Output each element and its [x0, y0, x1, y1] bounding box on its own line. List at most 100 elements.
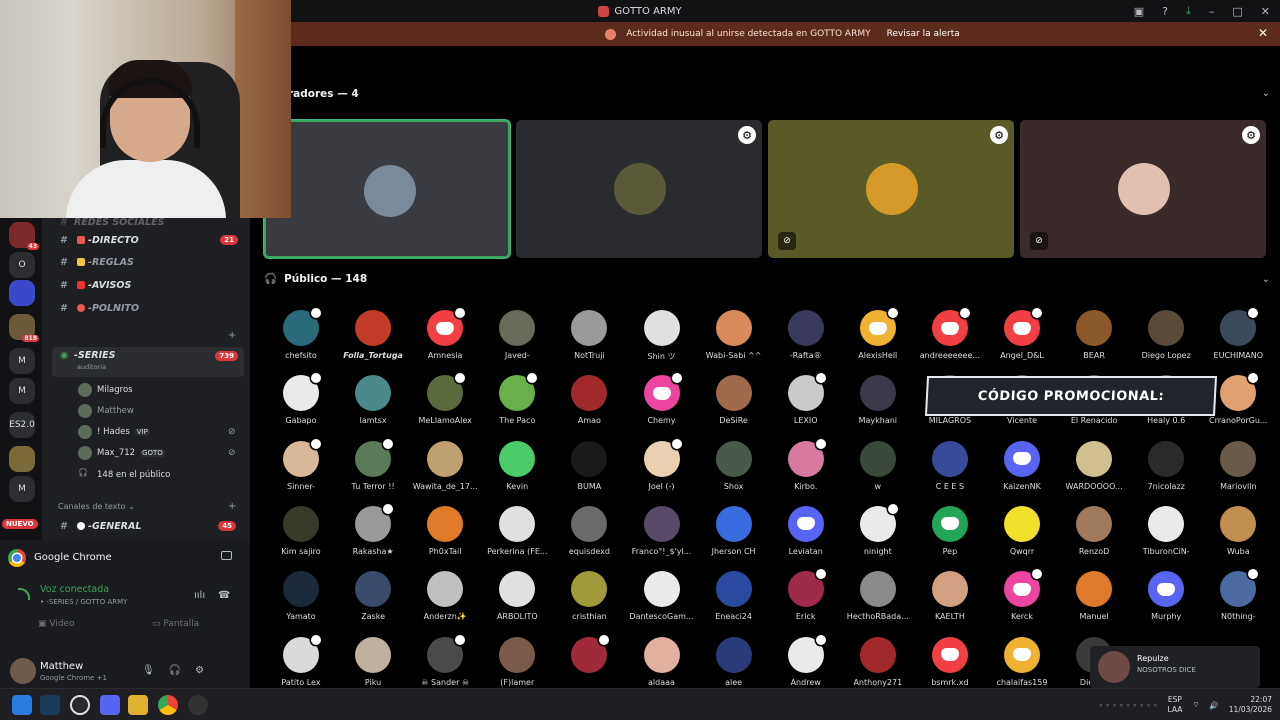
close-window-button[interactable]: ✕ — [1261, 5, 1270, 18]
audience-member[interactable]: Franco°!_$'yl... — [626, 505, 698, 568]
audience-member[interactable]: Folla_Tortuga — [337, 310, 409, 372]
server-icon[interactable]: M — [9, 476, 35, 502]
speaker-tile[interactable]: ⚙ ⊘ — [768, 120, 1014, 258]
audience-member[interactable]: Angel_D&L — [986, 308, 1058, 372]
audience-member[interactable]: -Rafta® — [770, 310, 842, 372]
microphone-icon[interactable]: 🎙 — [142, 665, 155, 676]
network-icon[interactable]: ⌔ — [1192, 700, 1199, 710]
audience-member[interactable]: KAELTH — [914, 571, 986, 633]
audience-member[interactable]: Amao — [553, 375, 625, 437]
audience-member[interactable]: Shox — [698, 440, 770, 503]
audience-member[interactable]: LEXIO — [770, 373, 842, 437]
audience-member[interactable]: Eneaci24 — [698, 571, 770, 633]
audience-member[interactable]: Wabi-Sabi ^^ — [698, 310, 770, 372]
audience-member[interactable]: MeLlamoAlex — [409, 373, 481, 437]
avatar[interactable] — [10, 658, 36, 684]
gear-icon[interactable]: ⚙ — [738, 126, 756, 144]
audience-member[interactable]: Amnesia — [409, 308, 481, 372]
screen-share-icon[interactable] — [221, 551, 232, 560]
voice-user[interactable]: ! Hades VIP ⊘ — [78, 423, 236, 441]
channel-avisos[interactable]: # -AVISOS — [52, 275, 244, 295]
audience-member[interactable]: cristhian — [553, 571, 625, 633]
channel-directo[interactable]: # -DIRECTO 21 — [52, 230, 244, 250]
activity-bar[interactable]: Google Chrome — [8, 546, 242, 569]
audience-member[interactable]: AlexisHell — [842, 308, 914, 372]
voice-user[interactable]: Milagros — [78, 381, 133, 399]
audience-member[interactable]: Shin ツ — [626, 310, 698, 372]
audience-member[interactable]: chefsito — [265, 308, 337, 372]
whatsapp-icon[interactable] — [70, 695, 90, 715]
screen-button[interactable]: ▭ Pantalla — [152, 619, 199, 629]
inbox-icon[interactable]: ▣ — [1134, 5, 1144, 18]
close-icon[interactable]: ✕ — [1258, 26, 1268, 40]
windows-start-icon[interactable] — [12, 695, 32, 715]
audience-member[interactable]: Chemy — [626, 373, 698, 437]
audience-member[interactable]: Joel (-) — [626, 438, 698, 503]
audience-member[interactable]: 7nicolazz — [1130, 440, 1202, 503]
audience-member[interactable]: Erick — [770, 569, 842, 633]
audience-member[interactable]: Wawita_de_17... — [409, 440, 481, 503]
audience-member[interactable]: Sinner- — [265, 438, 337, 503]
help-icon[interactable]: ? — [1162, 5, 1168, 18]
audience-member[interactable]: BEAR — [1058, 310, 1130, 372]
server-icon[interactable]: M — [9, 378, 35, 404]
text-category[interactable]: Canales de texto ⌄ — [58, 502, 135, 511]
headphones-icon[interactable]: 🎧 — [169, 665, 181, 676]
user-name[interactable]: Matthew — [40, 661, 83, 672]
audience-member[interactable]: Mariovlln — [1202, 440, 1274, 503]
chevron-down-icon[interactable]: ⌄ — [1262, 88, 1270, 99]
audience-member[interactable]: andreeeeeee... — [914, 308, 986, 372]
video-button[interactable]: ▣ Video — [38, 619, 75, 629]
maximize-button[interactable]: □ — [1232, 5, 1242, 18]
tray-icons[interactable]: ◦ ◦ ◦ ◦ ◦ ◦ ◦ ◦ ◦ — [1099, 701, 1158, 710]
audience-member[interactable]: The Paco — [481, 373, 553, 437]
file-explorer-icon[interactable] — [128, 695, 148, 715]
audience-member[interactable]: Javed- — [481, 310, 553, 372]
minimize-button[interactable]: – — [1209, 5, 1215, 18]
gear-icon[interactable]: ⚙ — [990, 126, 1008, 144]
audience-member[interactable]: Ph0xTail — [409, 505, 481, 568]
server-icon[interactable]: 43 — [9, 222, 39, 250]
audience-member[interactable]: TiburonCiN- — [1130, 505, 1202, 568]
audience-member[interactable]: Kerck — [986, 569, 1058, 633]
audience-member[interactable]: Jherson CH — [698, 505, 770, 568]
audience-member[interactable]: equisdexd — [553, 505, 625, 568]
gear-icon[interactable]: ⚙ — [1242, 126, 1260, 144]
steam-icon[interactable] — [40, 695, 60, 715]
chevron-down-icon[interactable]: ⌄ — [1262, 274, 1270, 285]
voice-user[interactable]: Max_712 GOTO ⊘ — [78, 444, 236, 462]
disconnect-icon[interactable]: ☎ — [218, 590, 230, 601]
audience-member[interactable]: EUCHIMANO — [1202, 308, 1274, 372]
audience-member[interactable]: NotTruji — [553, 310, 625, 372]
channel-reglas[interactable]: # -REGLAS — [52, 252, 244, 272]
add-channel-icon[interactable]: + — [228, 501, 236, 512]
audience-member[interactable]: Kirbo. — [770, 438, 842, 503]
audience-member[interactable]: DeSiRe — [698, 375, 770, 437]
speaker-tile[interactable] — [264, 120, 510, 258]
server-icon[interactable]: 818 — [9, 314, 39, 342]
volume-icon[interactable]: 🔊 — [1209, 701, 1218, 710]
server-icon[interactable]: O — [9, 252, 35, 278]
audience-member[interactable]: Zaske — [337, 571, 409, 633]
channel-series[interactable]: ◉ -SERIES 739 auditoria — [52, 347, 244, 377]
download-icon[interactable]: ⤓ — [1186, 4, 1191, 18]
gear-icon[interactable]: ⚙ — [195, 665, 204, 676]
language-indicator[interactable]: ESP LAA — [1168, 695, 1183, 715]
audience-member[interactable]: KaizenNK — [986, 440, 1058, 503]
audience-member[interactable]: DantescoGam... — [626, 571, 698, 633]
audience-member[interactable]: Wuba — [1202, 505, 1274, 568]
audience-member[interactable]: Rakasha★ — [337, 503, 409, 568]
clock[interactable]: 22:07 11/03/2026 — [1229, 695, 1272, 715]
server-icon[interactable] — [9, 280, 35, 306]
audience-member[interactable]: C E E S — [914, 440, 986, 503]
audience-member[interactable]: Leviatan — [770, 505, 842, 568]
audience-member[interactable]: Maykhani — [842, 375, 914, 437]
add-channel-icon[interactable]: + — [228, 330, 236, 341]
audience-member[interactable]: RenzoD — [1058, 505, 1130, 568]
audience-member[interactable]: ninight — [842, 503, 914, 568]
audience-member[interactable]: Kim sajiro — [265, 505, 337, 568]
channel-general[interactable]: # -GENERAL 45 — [52, 516, 242, 536]
audience-member[interactable]: Gabapo — [265, 373, 337, 437]
server-icon[interactable]: ES2.0 — [9, 412, 35, 438]
audience-member[interactable]: N0thing- — [1202, 569, 1274, 633]
